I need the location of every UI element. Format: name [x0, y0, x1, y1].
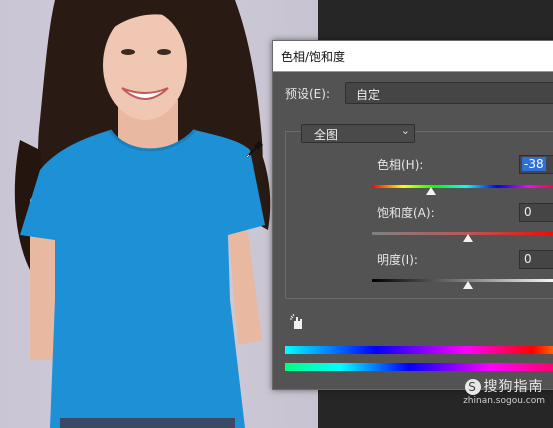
preset-label: 预设(E): — [285, 87, 330, 101]
watermark-title: 搜狗指南 — [483, 379, 544, 395]
hue-slider-thumb[interactable] — [426, 187, 436, 195]
saturation-label: 饱和度(A): — [377, 206, 435, 220]
lightness-slider-thumb[interactable] — [463, 281, 473, 289]
lightness-label: 明度(I): — [377, 253, 418, 267]
hue-slider-track[interactable] — [372, 185, 553, 188]
hue-input[interactable]: -38 — [519, 155, 553, 174]
dialog-titlebar[interactable]: 色相/饱和度 — [273, 41, 553, 72]
hue-saturation-dialog: 色相/饱和度 预设(E): 自定 全图 ⌄ 色相(H): -38 饱和度(A):… — [272, 40, 553, 390]
lightness-value: 0 — [524, 252, 532, 266]
dialog-title: 色相/饱和度 — [281, 50, 346, 64]
hue-value: -38 — [522, 157, 546, 171]
lightness-input[interactable]: 0 — [519, 250, 553, 269]
channel-value: 全图 — [314, 128, 339, 142]
chevron-down-icon: ⌄ — [400, 124, 410, 137]
sogou-logo-icon: S — [464, 379, 481, 395]
preset-value: 自定 — [356, 88, 381, 102]
hue-label: 色相(H): — [377, 158, 424, 172]
watermark: S 搜狗指南 zhinan.sogou.com — [463, 376, 545, 406]
source-color-bar — [285, 346, 553, 354]
photo-canvas — [0, 0, 318, 428]
result-color-bar — [285, 363, 553, 371]
saturation-value: 0 — [524, 205, 532, 219]
saturation-slider-thumb[interactable] — [463, 234, 473, 242]
eyedropper-icon — [246, 141, 263, 158]
channel-select[interactable]: 全图 ⌄ — [301, 124, 415, 143]
model-photo — [14, 0, 271, 428]
preset-select[interactable]: 自定 — [345, 82, 553, 104]
hand-target-icon[interactable] — [289, 313, 307, 331]
saturation-input[interactable]: 0 — [519, 203, 553, 222]
watermark-url: zhinan.sogou.com — [463, 396, 545, 406]
